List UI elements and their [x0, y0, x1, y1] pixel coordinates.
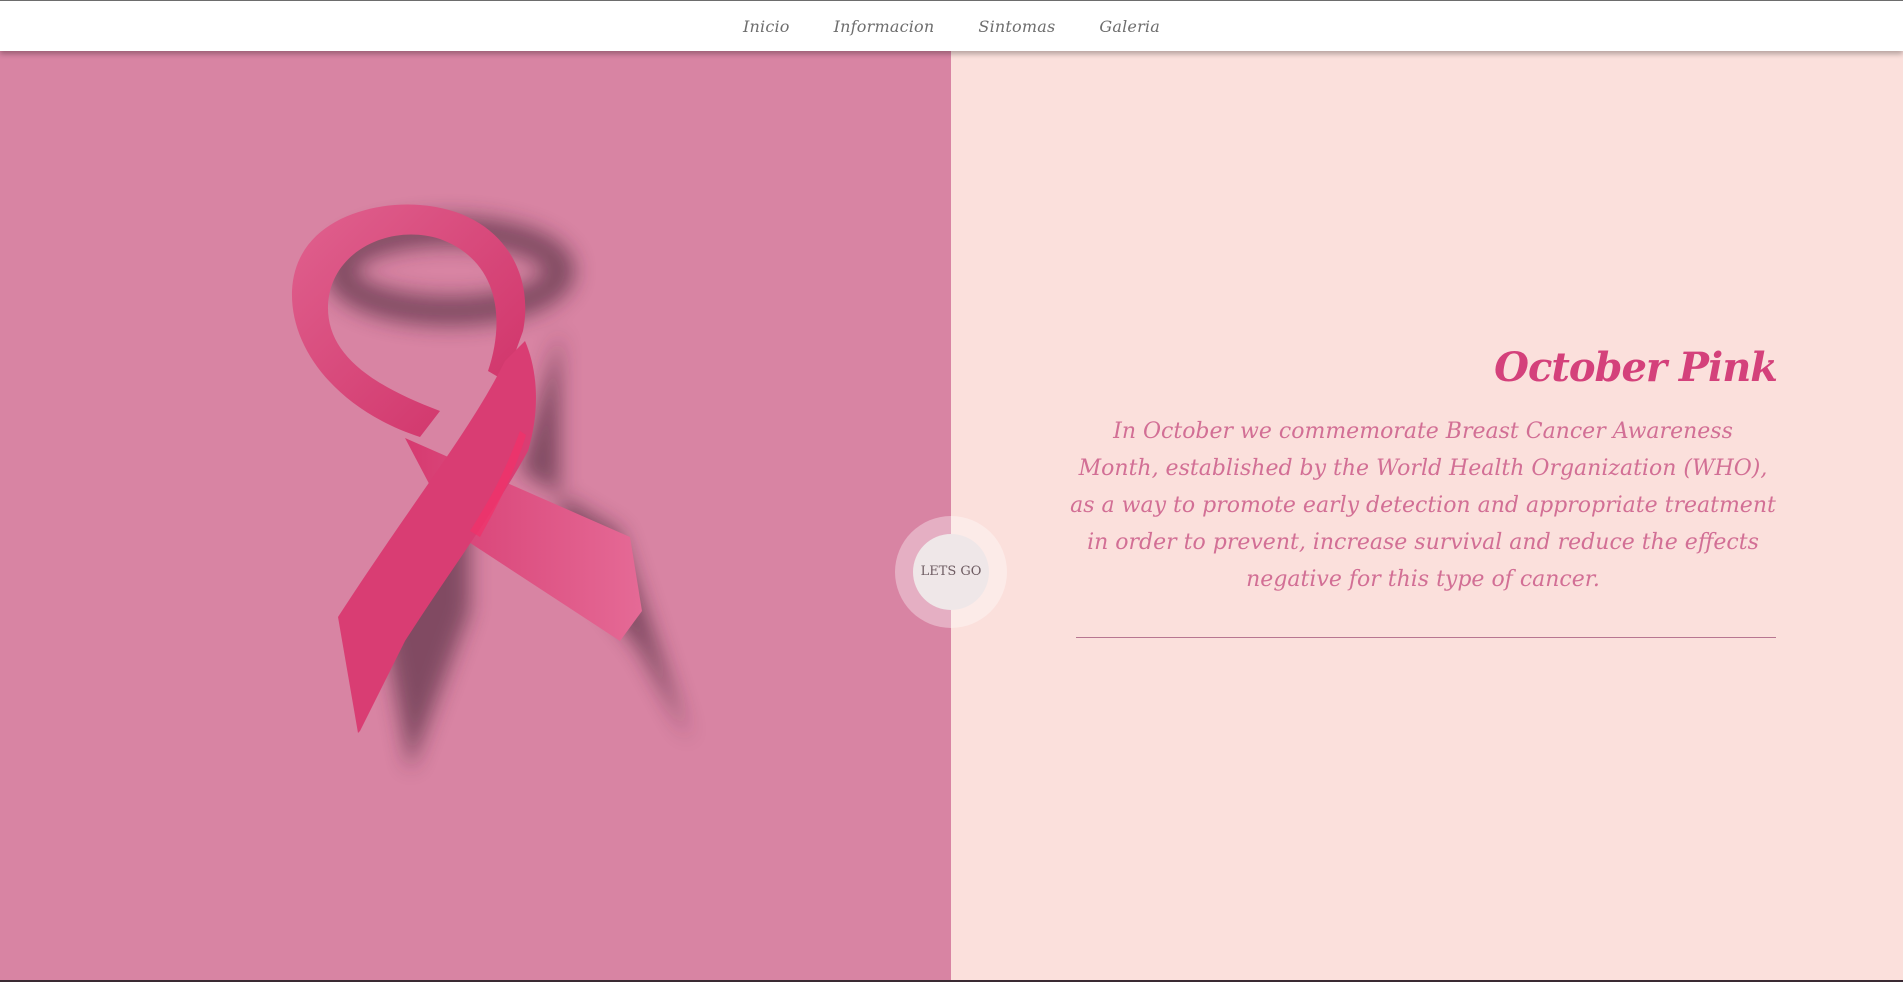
lets-go-button[interactable]: LETS GO: [913, 534, 989, 610]
nav-link-sintomas[interactable]: Sintomas: [978, 17, 1055, 36]
hero-description: In October we commemorate Breast Cancer …: [1070, 419, 1776, 592]
main-nav: Inicio Informacion Sintomas Galeria: [0, 1, 1903, 51]
hero-title: October Pink: [1494, 344, 1778, 391]
lets-go-button-ring[interactable]: LETS GO: [895, 516, 1007, 628]
hero-image-panel: [0, 51, 951, 980]
nav-link-inicio[interactable]: Inicio: [743, 17, 790, 36]
divider-line: [1076, 637, 1776, 638]
top-navigation-bar: Inicio Informacion Sintomas Galeria: [0, 0, 1903, 51]
pink-ribbon-image: [291, 204, 690, 771]
nav-link-informacion[interactable]: Informacion: [834, 17, 935, 36]
nav-link-galeria[interactable]: Galeria: [1099, 17, 1160, 36]
hero-text-panel: October Pink In October we commemorate B…: [951, 51, 1903, 980]
